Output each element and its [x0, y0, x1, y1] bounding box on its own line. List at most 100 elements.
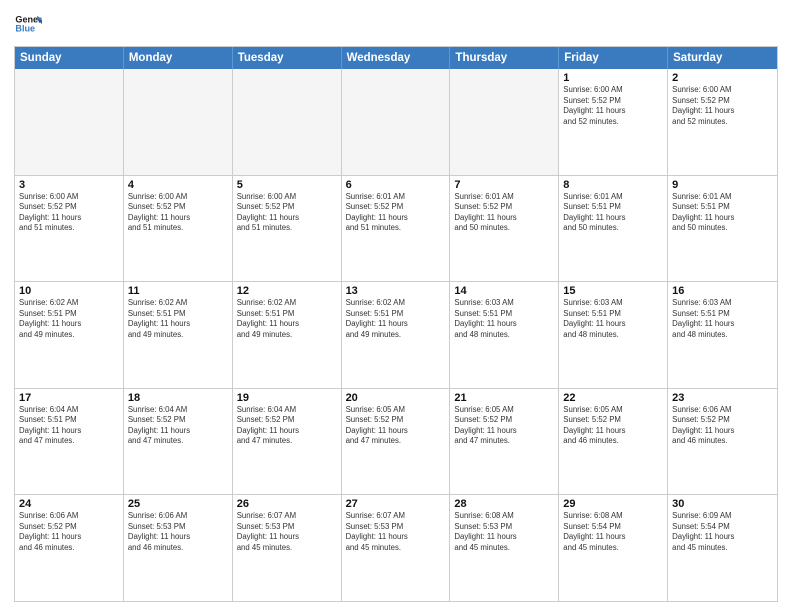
cal-cell: 28Sunrise: 6:08 AM Sunset: 5:53 PM Dayli…: [450, 495, 559, 601]
day-number: 7: [454, 179, 554, 191]
day-info: Sunrise: 6:05 AM Sunset: 5:52 PM Dayligh…: [346, 405, 446, 447]
day-number: 22: [563, 392, 663, 404]
day-number: 15: [563, 285, 663, 297]
cal-cell: 3Sunrise: 6:00 AM Sunset: 5:52 PM Daylig…: [15, 176, 124, 282]
cal-cell: [233, 69, 342, 175]
cal-cell: [342, 69, 451, 175]
day-number: 25: [128, 498, 228, 510]
header-day-friday: Friday: [559, 47, 668, 69]
day-info: Sunrise: 6:00 AM Sunset: 5:52 PM Dayligh…: [19, 192, 119, 234]
week-row-4: 24Sunrise: 6:06 AM Sunset: 5:52 PM Dayli…: [15, 495, 777, 601]
day-number: 4: [128, 179, 228, 191]
day-info: Sunrise: 6:04 AM Sunset: 5:52 PM Dayligh…: [128, 405, 228, 447]
day-number: 9: [672, 179, 773, 191]
calendar-header: SundayMondayTuesdayWednesdayThursdayFrid…: [15, 47, 777, 69]
day-info: Sunrise: 6:06 AM Sunset: 5:52 PM Dayligh…: [672, 405, 773, 447]
day-number: 8: [563, 179, 663, 191]
cal-cell: 8Sunrise: 6:01 AM Sunset: 5:51 PM Daylig…: [559, 176, 668, 282]
day-number: 23: [672, 392, 773, 404]
day-info: Sunrise: 6:00 AM Sunset: 5:52 PM Dayligh…: [237, 192, 337, 234]
day-number: 17: [19, 392, 119, 404]
day-info: Sunrise: 6:08 AM Sunset: 5:54 PM Dayligh…: [563, 511, 663, 553]
cal-cell: 15Sunrise: 6:03 AM Sunset: 5:51 PM Dayli…: [559, 282, 668, 388]
cal-cell: [450, 69, 559, 175]
day-number: 13: [346, 285, 446, 297]
day-info: Sunrise: 6:03 AM Sunset: 5:51 PM Dayligh…: [454, 298, 554, 340]
header-day-tuesday: Tuesday: [233, 47, 342, 69]
cal-cell: 13Sunrise: 6:02 AM Sunset: 5:51 PM Dayli…: [342, 282, 451, 388]
day-info: Sunrise: 6:05 AM Sunset: 5:52 PM Dayligh…: [563, 405, 663, 447]
day-number: 2: [672, 72, 773, 84]
cal-cell: 21Sunrise: 6:05 AM Sunset: 5:52 PM Dayli…: [450, 389, 559, 495]
day-info: Sunrise: 6:00 AM Sunset: 5:52 PM Dayligh…: [128, 192, 228, 234]
day-info: Sunrise: 6:01 AM Sunset: 5:51 PM Dayligh…: [563, 192, 663, 234]
day-info: Sunrise: 6:09 AM Sunset: 5:54 PM Dayligh…: [672, 511, 773, 553]
cal-cell: [124, 69, 233, 175]
day-info: Sunrise: 6:03 AM Sunset: 5:51 PM Dayligh…: [672, 298, 773, 340]
cal-cell: 6Sunrise: 6:01 AM Sunset: 5:52 PM Daylig…: [342, 176, 451, 282]
day-number: 1: [563, 72, 663, 84]
day-number: 27: [346, 498, 446, 510]
cal-cell: 10Sunrise: 6:02 AM Sunset: 5:51 PM Dayli…: [15, 282, 124, 388]
day-number: 30: [672, 498, 773, 510]
cal-cell: 20Sunrise: 6:05 AM Sunset: 5:52 PM Dayli…: [342, 389, 451, 495]
week-row-3: 17Sunrise: 6:04 AM Sunset: 5:51 PM Dayli…: [15, 389, 777, 496]
cal-cell: 9Sunrise: 6:01 AM Sunset: 5:51 PM Daylig…: [668, 176, 777, 282]
day-number: 20: [346, 392, 446, 404]
cal-cell: 24Sunrise: 6:06 AM Sunset: 5:52 PM Dayli…: [15, 495, 124, 601]
cal-cell: 5Sunrise: 6:00 AM Sunset: 5:52 PM Daylig…: [233, 176, 342, 282]
day-number: 28: [454, 498, 554, 510]
cal-cell: 16Sunrise: 6:03 AM Sunset: 5:51 PM Dayli…: [668, 282, 777, 388]
day-info: Sunrise: 6:04 AM Sunset: 5:52 PM Dayligh…: [237, 405, 337, 447]
day-info: Sunrise: 6:02 AM Sunset: 5:51 PM Dayligh…: [19, 298, 119, 340]
day-number: 14: [454, 285, 554, 297]
day-info: Sunrise: 6:01 AM Sunset: 5:51 PM Dayligh…: [672, 192, 773, 234]
calendar-body: 1Sunrise: 6:00 AM Sunset: 5:52 PM Daylig…: [15, 69, 777, 601]
cal-cell: 22Sunrise: 6:05 AM Sunset: 5:52 PM Dayli…: [559, 389, 668, 495]
day-number: 29: [563, 498, 663, 510]
day-number: 10: [19, 285, 119, 297]
day-number: 6: [346, 179, 446, 191]
header: General Blue: [14, 10, 778, 38]
day-number: 24: [19, 498, 119, 510]
day-info: Sunrise: 6:02 AM Sunset: 5:51 PM Dayligh…: [346, 298, 446, 340]
cal-cell: 11Sunrise: 6:02 AM Sunset: 5:51 PM Dayli…: [124, 282, 233, 388]
header-day-thursday: Thursday: [450, 47, 559, 69]
cal-cell: 7Sunrise: 6:01 AM Sunset: 5:52 PM Daylig…: [450, 176, 559, 282]
day-number: 19: [237, 392, 337, 404]
day-number: 12: [237, 285, 337, 297]
cal-cell: 25Sunrise: 6:06 AM Sunset: 5:53 PM Dayli…: [124, 495, 233, 601]
day-number: 11: [128, 285, 228, 297]
cal-cell: 17Sunrise: 6:04 AM Sunset: 5:51 PM Dayli…: [15, 389, 124, 495]
day-info: Sunrise: 6:00 AM Sunset: 5:52 PM Dayligh…: [672, 85, 773, 127]
day-number: 5: [237, 179, 337, 191]
day-number: 21: [454, 392, 554, 404]
header-day-sunday: Sunday: [15, 47, 124, 69]
day-info: Sunrise: 6:07 AM Sunset: 5:53 PM Dayligh…: [346, 511, 446, 553]
cal-cell: 4Sunrise: 6:00 AM Sunset: 5:52 PM Daylig…: [124, 176, 233, 282]
day-info: Sunrise: 6:05 AM Sunset: 5:52 PM Dayligh…: [454, 405, 554, 447]
day-info: Sunrise: 6:03 AM Sunset: 5:51 PM Dayligh…: [563, 298, 663, 340]
day-number: 16: [672, 285, 773, 297]
page: General Blue SundayMondayTuesdayWednesda…: [0, 0, 792, 612]
week-row-2: 10Sunrise: 6:02 AM Sunset: 5:51 PM Dayli…: [15, 282, 777, 389]
day-info: Sunrise: 6:00 AM Sunset: 5:52 PM Dayligh…: [563, 85, 663, 127]
cal-cell: 30Sunrise: 6:09 AM Sunset: 5:54 PM Dayli…: [668, 495, 777, 601]
logo-icon: General Blue: [14, 10, 42, 38]
cal-cell: 14Sunrise: 6:03 AM Sunset: 5:51 PM Dayli…: [450, 282, 559, 388]
week-row-0: 1Sunrise: 6:00 AM Sunset: 5:52 PM Daylig…: [15, 69, 777, 176]
header-day-wednesday: Wednesday: [342, 47, 451, 69]
cal-cell: 1Sunrise: 6:00 AM Sunset: 5:52 PM Daylig…: [559, 69, 668, 175]
day-info: Sunrise: 6:01 AM Sunset: 5:52 PM Dayligh…: [454, 192, 554, 234]
day-info: Sunrise: 6:01 AM Sunset: 5:52 PM Dayligh…: [346, 192, 446, 234]
cal-cell: 26Sunrise: 6:07 AM Sunset: 5:53 PM Dayli…: [233, 495, 342, 601]
day-info: Sunrise: 6:02 AM Sunset: 5:51 PM Dayligh…: [128, 298, 228, 340]
day-info: Sunrise: 6:08 AM Sunset: 5:53 PM Dayligh…: [454, 511, 554, 553]
day-number: 3: [19, 179, 119, 191]
cal-cell: 2Sunrise: 6:00 AM Sunset: 5:52 PM Daylig…: [668, 69, 777, 175]
cal-cell: 27Sunrise: 6:07 AM Sunset: 5:53 PM Dayli…: [342, 495, 451, 601]
cal-cell: 19Sunrise: 6:04 AM Sunset: 5:52 PM Dayli…: [233, 389, 342, 495]
cal-cell: 12Sunrise: 6:02 AM Sunset: 5:51 PM Dayli…: [233, 282, 342, 388]
header-day-monday: Monday: [124, 47, 233, 69]
day-number: 26: [237, 498, 337, 510]
